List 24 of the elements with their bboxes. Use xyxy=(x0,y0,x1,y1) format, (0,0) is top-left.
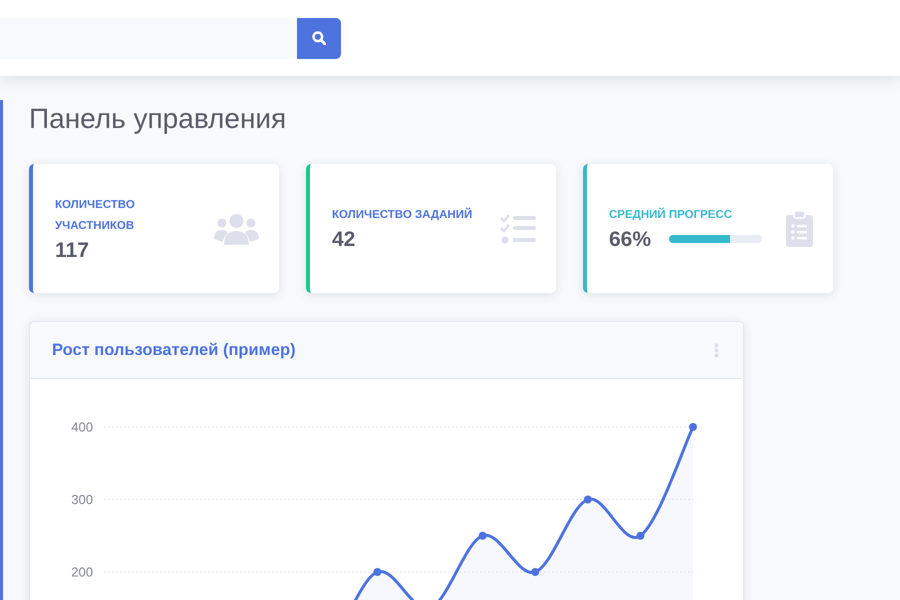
card-value: 66% xyxy=(609,228,652,252)
search-button[interactable] xyxy=(297,18,341,58)
search-field[interactable] xyxy=(0,18,297,58)
card-value: 42 xyxy=(332,228,356,252)
card-label: КОЛИЧЕСТВО ЗАДАНИЙ xyxy=(332,206,472,223)
card-value: 117 xyxy=(55,238,90,262)
axis-label: 400 xyxy=(71,420,93,434)
clipboard-icon xyxy=(786,210,813,246)
users-icon xyxy=(214,212,259,245)
data-point xyxy=(478,532,487,540)
data-point xyxy=(636,532,644,540)
checklist-icon xyxy=(500,214,536,244)
card-label: КОЛИЧЕСТВО УЧАСТНИКОВ xyxy=(55,198,136,234)
data-point xyxy=(531,568,540,576)
chart-title: Рост пользователей (пример) xyxy=(52,340,296,360)
data-point xyxy=(373,568,382,576)
data-point xyxy=(584,496,592,504)
card-label: СРЕДНИЙ ПРОГРЕСС xyxy=(609,206,734,223)
data-point xyxy=(689,423,697,431)
more-icon[interactable] xyxy=(714,342,719,358)
page-title: Панель управления xyxy=(29,102,288,136)
axis-label: 300 xyxy=(71,492,93,507)
axis-label: 200 xyxy=(71,564,93,580)
search-icon xyxy=(312,31,326,45)
